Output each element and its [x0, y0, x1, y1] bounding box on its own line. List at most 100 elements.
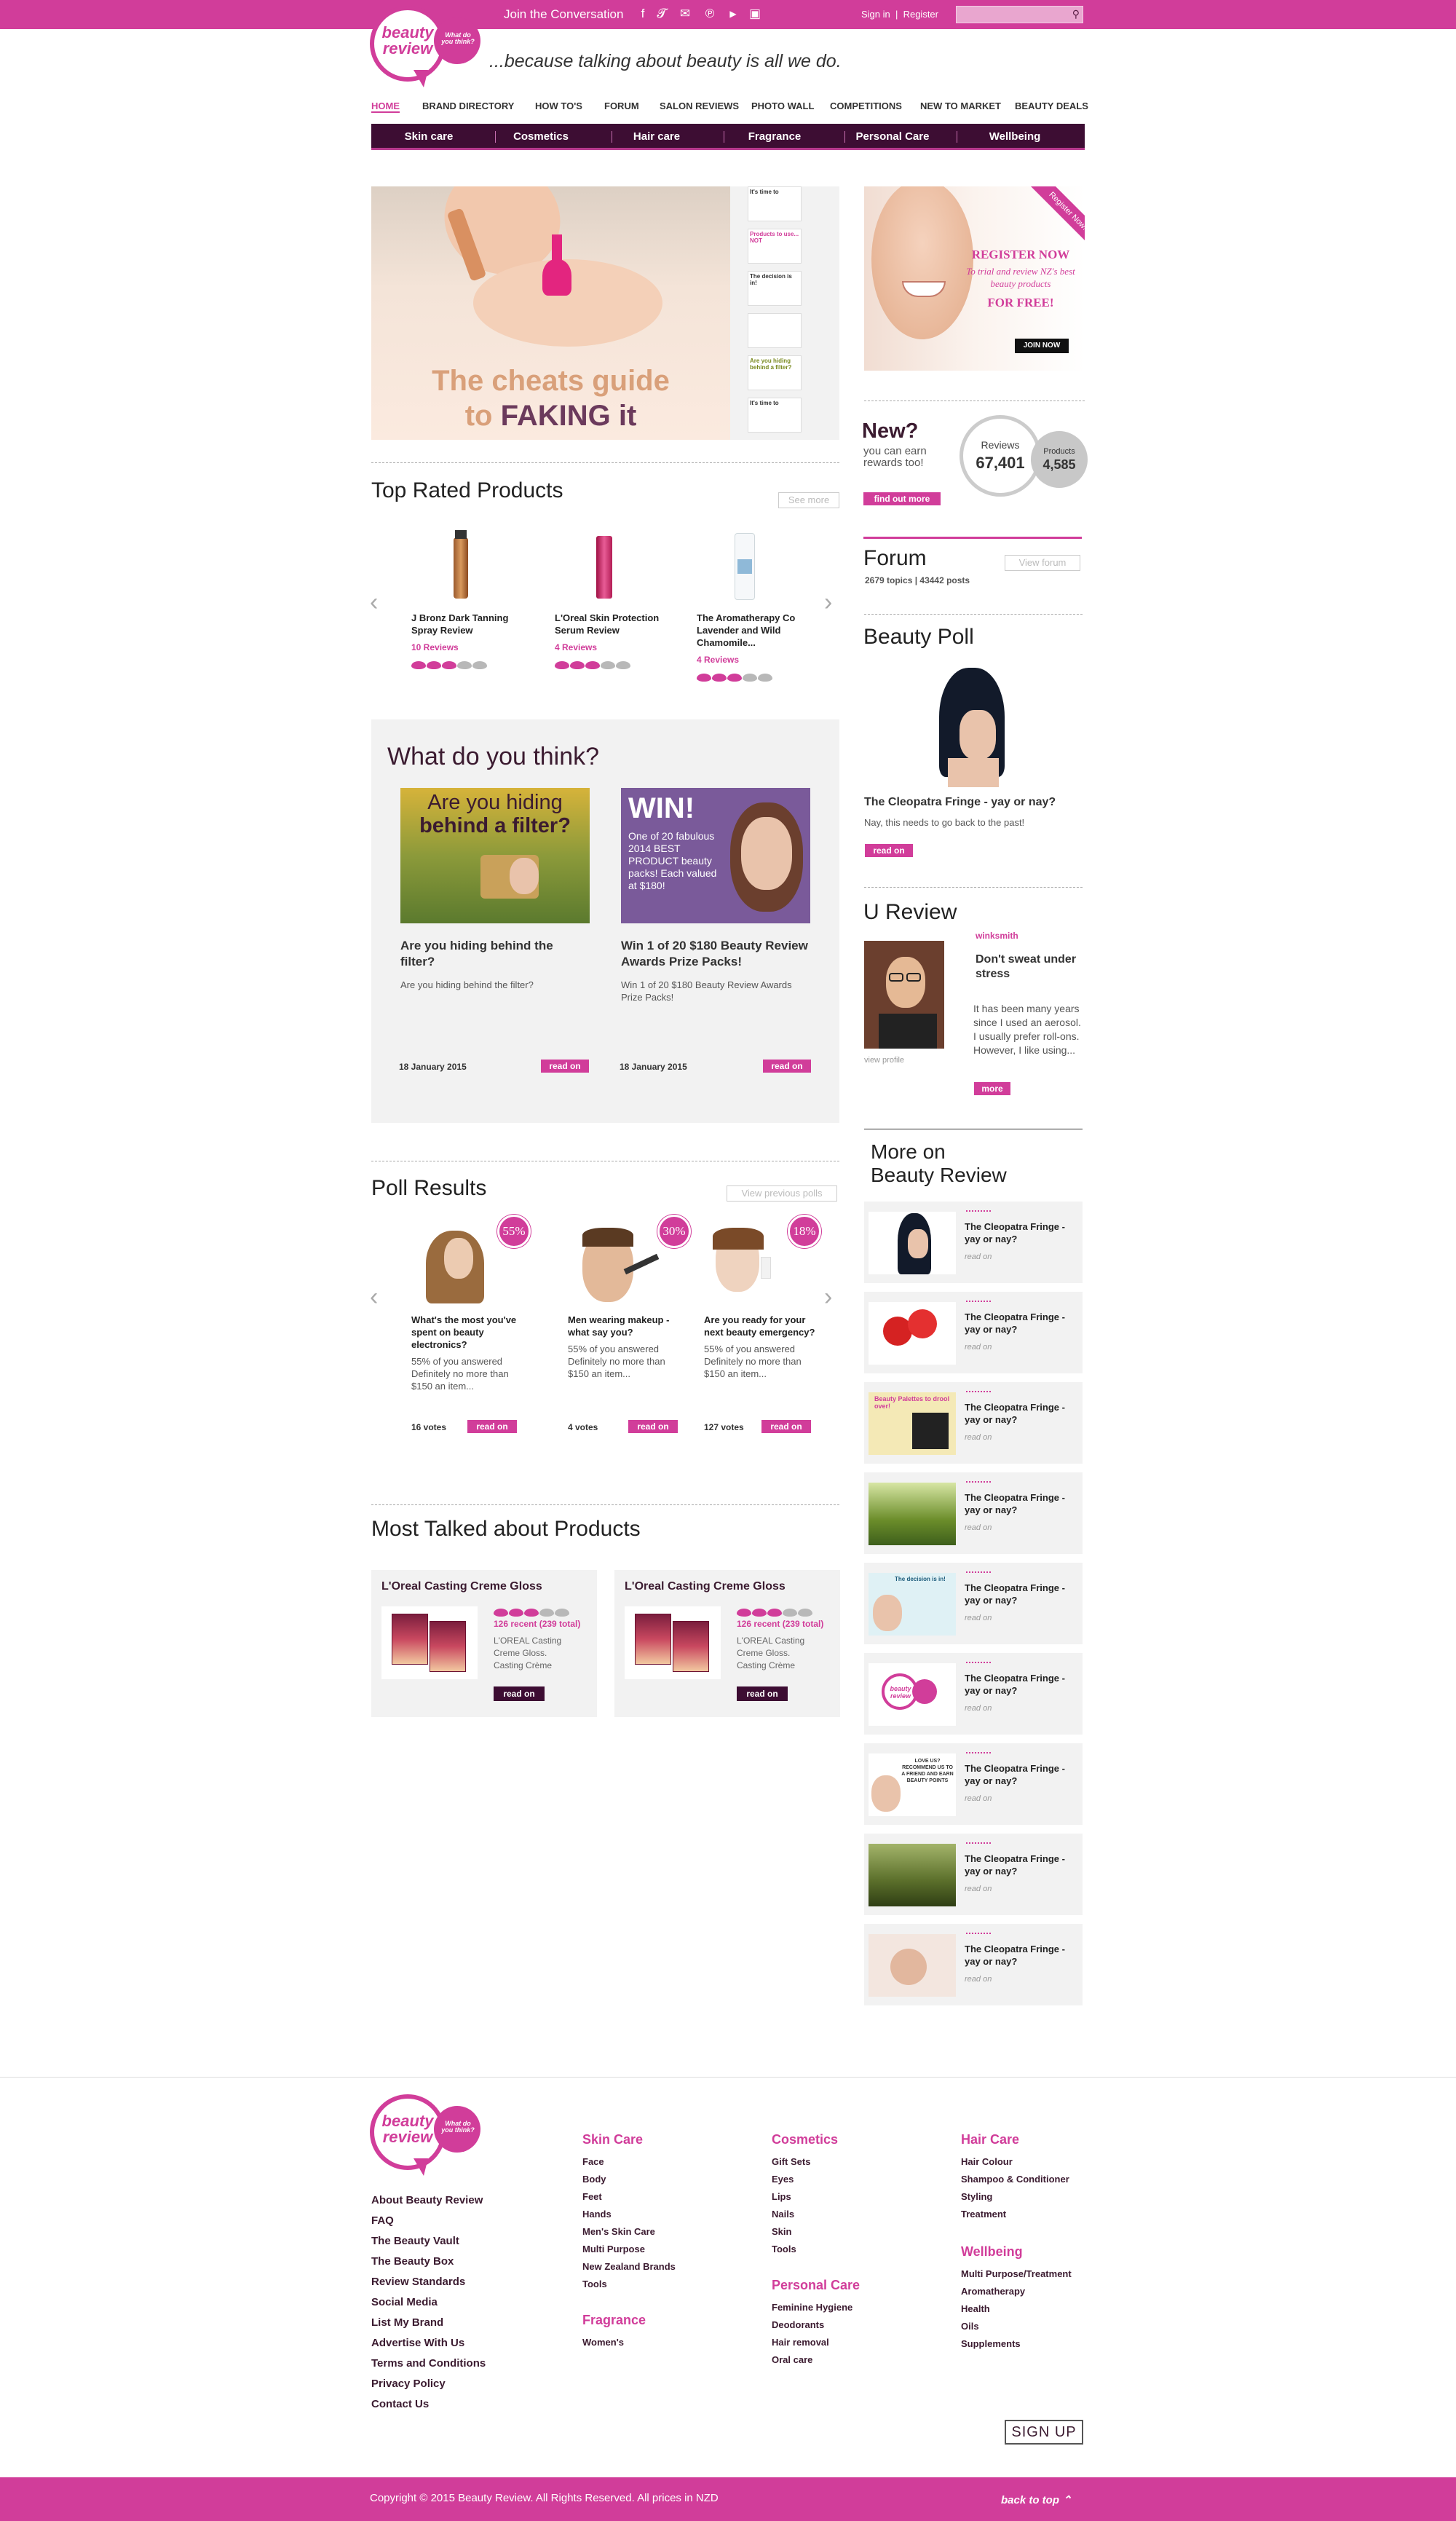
footer-col-wellbeing: Wellbeing Multi Purpose/Treatment Aromat…	[961, 2244, 1072, 2349]
hero-thumb[interactable]: Products to use... NOT	[748, 229, 802, 264]
nav-brand-directory[interactable]: BRAND DIRECTORY	[422, 100, 514, 111]
poll-read-on[interactable]: read on	[628, 1420, 678, 1433]
nav-new-to-market[interactable]: NEW TO MARKET	[920, 100, 1001, 111]
page: Join the Conversation f 𝓣 ✉ ℗ ▶ ▣ Sign i…	[0, 0, 1456, 2521]
footer-link[interactable]: Advertise With Us	[371, 2333, 486, 2354]
poll-read-on[interactable]: read on	[761, 1420, 811, 1433]
back-to-top-link[interactable]: back to top ⌃	[1001, 2493, 1072, 2506]
more-card[interactable]: The Cleopatra Fringe - yay or nay? read o…	[864, 1202, 1083, 1283]
poll-card[interactable]: Are you ready for your next beauty emerg…	[704, 1228, 820, 1380]
nav-competitions[interactable]: COMPETITIONS	[830, 100, 902, 111]
search-input[interactable]	[957, 7, 1062, 23]
search-icon[interactable]: ⚲	[1072, 8, 1080, 20]
see-more-button[interactable]: See more	[778, 492, 839, 508]
footer-link[interactable]: About Beauty Review	[371, 2190, 486, 2211]
carousel-prev-icon[interactable]: ‹	[370, 588, 378, 617]
more-card[interactable]: The Cleopatra Fringe - yay or nay? read o…	[864, 1924, 1083, 2005]
view-profile-link[interactable]: view profile	[864, 1056, 904, 1065]
footer-logo[interactable]: beauty review What do you think?	[370, 2091, 486, 2186]
site-logo[interactable]: beauty review What do you think?	[370, 3, 486, 98]
sign-up-button[interactable]: SIGN UP	[1005, 2420, 1083, 2445]
more-card[interactable]: The decision is in! The Cleopatra Fringe …	[864, 1563, 1083, 1644]
most-talked-read-on[interactable]: read on	[494, 1686, 545, 1701]
category-skin-care[interactable]: Skin care	[371, 130, 487, 143]
footer-col-fragrance: Fragrance Women's	[582, 2313, 646, 2348]
review-title[interactable]: Don't sweat under stress	[976, 952, 1077, 982]
hero-thumb[interactable]	[748, 313, 802, 348]
poll-image[interactable]	[919, 666, 1028, 787]
footer-link[interactable]: The Beauty Box	[371, 2252, 486, 2272]
pinterest-icon[interactable]: ℗	[702, 6, 718, 22]
article-card[interactable]: WIN! One of 20 fabulous 2014 BEST PRODUC…	[621, 788, 810, 1003]
beauty-poll-read-on[interactable]: read on	[865, 844, 913, 857]
view-previous-polls-button[interactable]: View previous polls	[727, 1185, 837, 1202]
youtube-icon[interactable]: ▶	[725, 6, 741, 22]
email-icon[interactable]: ✉	[677, 6, 693, 22]
forum-heading: Forum	[863, 546, 927, 570]
beauty-poll-title[interactable]: The Cleopatra Fringe - yay or nay?	[864, 796, 1056, 809]
hero-thumb[interactable]: It's time to	[748, 398, 802, 433]
sign-in-link[interactable]: Sign in	[861, 9, 890, 20]
footer-link[interactable]: Terms and Conditions	[371, 2354, 486, 2374]
poll-prev-icon[interactable]: ‹	[370, 1283, 378, 1311]
carousel-next-icon[interactable]: ›	[824, 588, 832, 617]
register-link[interactable]: Register	[903, 9, 938, 20]
most-talked-card[interactable]: L'Oreal Casting Creme Gloss 126 recent (…	[371, 1570, 597, 1717]
hero-thumb[interactable]: It's time to	[748, 186, 802, 221]
twitter-icon[interactable]: 𝓣	[654, 6, 670, 22]
most-talked-card[interactable]: L'Oreal Casting Creme Gloss 126 recent (…	[614, 1570, 840, 1717]
nav-how-tos[interactable]: HOW TO'S	[535, 100, 582, 111]
footer-link[interactable]: Contact Us	[371, 2394, 486, 2415]
nav-salon-reviews[interactable]: SALON REVIEWS	[660, 100, 739, 111]
poll-next-icon[interactable]: ›	[824, 1283, 832, 1311]
poll-read-on[interactable]: read on	[467, 1420, 517, 1433]
article-read-on[interactable]: read on	[541, 1060, 589, 1073]
join-now-button[interactable]: JOIN NOW	[1015, 339, 1069, 353]
category-hair-care[interactable]: Hair care	[598, 130, 715, 143]
category-personal-care[interactable]: Personal Care	[834, 130, 951, 143]
product-card[interactable]: The Aromatherapy Co Lavender and Wild Ch…	[697, 530, 806, 682]
footer-link[interactable]: Review Standards	[371, 2272, 486, 2292]
poll-card[interactable]: Men wearing makeup - what say you? 55% o…	[568, 1228, 684, 1380]
hero-thumb[interactable]: The decision is in!	[748, 271, 802, 306]
register-ad[interactable]: Register Now! REGISTER NOW To trial and …	[864, 186, 1085, 371]
product-card[interactable]: L'Oreal Skin Protection Serum Review 4 R…	[555, 530, 664, 670]
poll-results-heading: Poll Results	[371, 1176, 487, 1200]
category-wellbeing[interactable]: Wellbeing	[957, 130, 1073, 143]
reviewer-avatar[interactable]	[864, 941, 944, 1049]
more-card[interactable]: Beauty Palettes to drool over! The Cleopa…	[864, 1382, 1083, 1464]
footer	[0, 2077, 1456, 2477]
poll-card[interactable]: What's the most you've spent on beauty e…	[411, 1228, 528, 1392]
view-forum-button[interactable]: View forum	[1005, 555, 1080, 571]
hero-banner[interactable]: The cheats guide to FAKING it	[371, 186, 730, 440]
more-card[interactable]: LOVE US? RECOMMEND US TO A FRIEND AND EA…	[864, 1743, 1083, 1825]
footer-link[interactable]: FAQ	[371, 2211, 486, 2231]
footer-link[interactable]: The Beauty Vault	[371, 2231, 486, 2252]
most-talked-read-on[interactable]: read on	[737, 1686, 788, 1701]
more-card[interactable]: The Cleopatra Fringe - yay or nay? read o…	[864, 1472, 1083, 1554]
facebook-icon[interactable]: f	[635, 6, 651, 22]
footer-col-hair-care: Hair Care Hair Colour Shampoo & Conditio…	[961, 2132, 1069, 2220]
hero-thumbnails: It's time to Products to use... NOT The …	[730, 186, 839, 440]
hero-thumb[interactable]: Are you hiding behind a filter?	[748, 355, 802, 390]
footer-link[interactable]: Privacy Policy	[371, 2374, 486, 2394]
nav-home[interactable]: HOME	[371, 100, 400, 113]
u-review-more-button[interactable]: more	[974, 1082, 1010, 1095]
find-out-more-button[interactable]: find out more	[863, 492, 941, 505]
category-fragrance[interactable]: Fragrance	[716, 130, 833, 143]
article-card[interactable]: Are you hiding behind a filter? Are you h…	[400, 788, 590, 991]
footer-link[interactable]: Social Media	[371, 2292, 486, 2313]
category-cosmetics[interactable]: Cosmetics	[483, 130, 599, 143]
article-read-on[interactable]: read on	[763, 1060, 811, 1073]
more-card[interactable]: The Cleopatra Fringe - yay or nay? read o…	[864, 1292, 1083, 1373]
nav-beauty-deals[interactable]: BEAUTY DEALS	[1015, 100, 1088, 111]
more-card[interactable]: beauty review The Cleopatra Fringe - yay …	[864, 1653, 1083, 1735]
instagram-icon[interactable]: ▣	[747, 6, 763, 22]
footer-link[interactable]: List My Brand	[371, 2313, 486, 2333]
rating-lips	[494, 1608, 596, 1618]
reviewer-name[interactable]: winksmith	[976, 931, 1018, 941]
nav-forum[interactable]: FORUM	[604, 100, 639, 111]
nav-photo-wall[interactable]: PHOTO WALL	[751, 100, 814, 111]
product-card[interactable]: J Bronz Dark Tanning Spray Review 10 Rev…	[411, 530, 521, 670]
more-card[interactable]: The Cleopatra Fringe - yay or nay? read o…	[864, 1834, 1083, 1915]
